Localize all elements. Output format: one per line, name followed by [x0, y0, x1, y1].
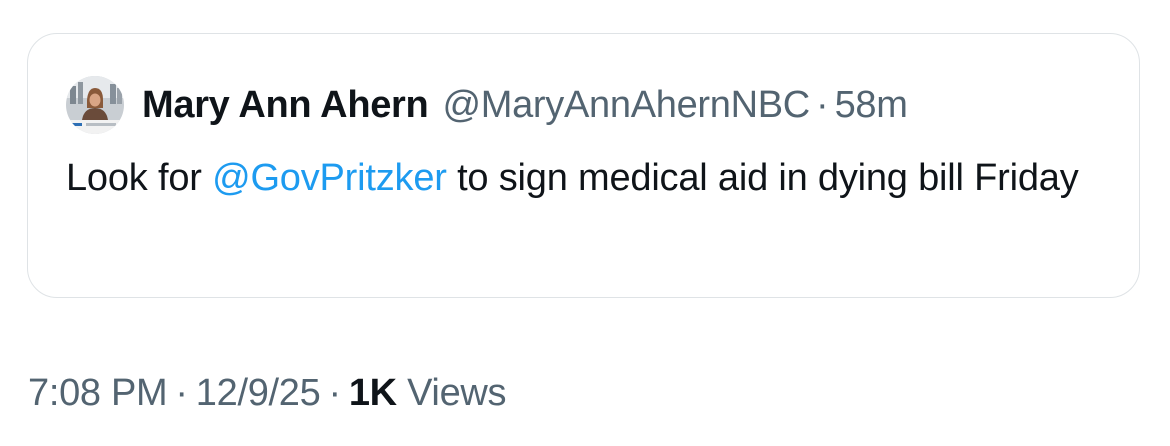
- meta-separator: ·: [328, 372, 341, 414]
- tweet-time-ago[interactable]: 58m: [835, 84, 908, 127]
- tweet-text-start: Look for: [66, 157, 213, 199]
- views-count: 1K: [348, 372, 397, 414]
- views-label: Views: [407, 372, 507, 414]
- quoted-tweet-text: Look for @GovPritzker to sign medical ai…: [66, 149, 1106, 207]
- tweet-meta-row: 7:08 PM · 12/9/25 · 1K Views: [28, 372, 507, 415]
- post-time[interactable]: 7:08 PM: [28, 372, 168, 414]
- avatar[interactable]: [66, 76, 124, 134]
- author-display-name[interactable]: Mary Ann Ahern: [142, 84, 429, 127]
- meta-separator: ·: [175, 372, 188, 414]
- author-handle[interactable]: @MaryAnnAhernNBC: [442, 84, 810, 127]
- mention-link[interactable]: @GovPritzker: [212, 157, 447, 199]
- quoted-tweet-card[interactable]: Mary Ann Ahern @MaryAnnAhernNBC · 58m Lo…: [27, 33, 1140, 298]
- post-date[interactable]: 12/9/25: [196, 372, 321, 414]
- tweet-text-end: to sign medical aid in dying bill Friday: [446, 157, 1079, 199]
- profile-photo-avatar-icon: [66, 76, 124, 134]
- quoted-tweet-header: Mary Ann Ahern @MaryAnnAhernNBC · 58m: [66, 76, 908, 134]
- header-separator: ·: [815, 83, 829, 126]
